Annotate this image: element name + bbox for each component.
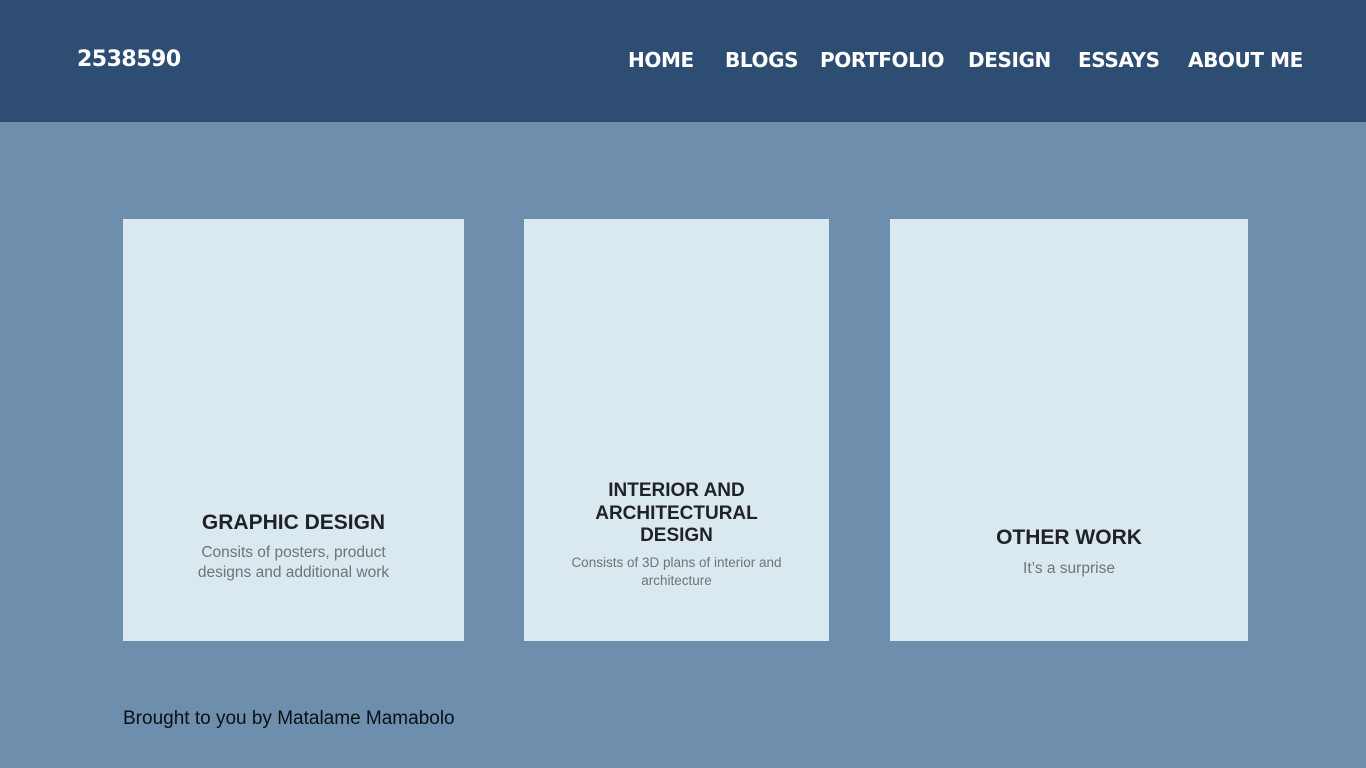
nav-portfolio-link[interactable]: PORTFOLIO [820,46,944,74]
nav-home-link[interactable]: HOME [628,46,694,74]
card-title: OTHER WORK [996,526,1142,549]
card-other-work[interactable]: OTHER WORK It’s a surprise [890,219,1248,641]
card-graphic-design[interactable]: GRAPHIC DESIGN Consits of posters, produ… [123,219,464,641]
card-description: Consists of 3D plans of interior and arc… [571,555,782,588]
footer-credit: Brought to you by Matalame Mamabolo [123,708,455,729]
card-title: INTERIOR AND ARCHITECTURAL DESIGN [595,480,758,546]
nav-blogs-link[interactable]: BLOGS [725,46,799,74]
card-description: It’s a surprise [1023,560,1115,577]
nav-design-link[interactable]: DESIGN [968,46,1051,74]
card-title: GRAPHIC DESIGN [201,511,386,534]
card-description: Consits of posters, product designs and … [197,544,390,581]
card-interior-architectural-design[interactable]: INTERIOR AND ARCHITECTURAL DESIGN Consis… [524,219,829,641]
site-id-logo[interactable]: 2538590 [77,46,181,74]
nav-essays-link[interactable]: ESSAYS [1078,46,1160,74]
nav-about-me-link[interactable]: ABOUT ME [1188,46,1303,74]
site-header: 2538590 HOME BLOGS PORTFOLIO DESIGN ESSA… [0,0,1366,122]
